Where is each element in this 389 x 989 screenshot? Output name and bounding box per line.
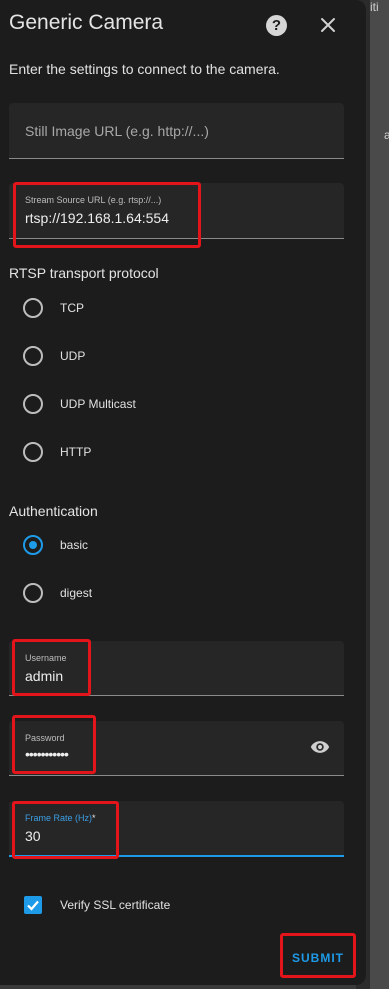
frame-rate-field[interactable]: Frame Rate (Hz)* 30: [9, 801, 344, 857]
still-image-url-placeholder: Still Image URL (e.g. http://...): [25, 123, 209, 139]
authentication-heading: Authentication: [9, 503, 98, 519]
verify-ssl-checkbox[interactable]: [24, 896, 42, 914]
dialog-description: Enter the settings to connect to the cam…: [9, 61, 280, 77]
background-text-fragment-2: a: [384, 128, 389, 142]
frame-rate-label: Frame Rate (Hz)*: [25, 813, 96, 823]
radio-tcp-circle[interactable]: [23, 298, 43, 318]
show-password-icon[interactable]: [309, 737, 331, 757]
scrollbar[interactable]: [370, 0, 389, 989]
close-icon[interactable]: [316, 13, 340, 37]
generic-camera-dialog: Generic Camera ? Enter the settings to c…: [0, 0, 366, 985]
radio-basic-label: basic: [60, 538, 89, 552]
radio-basic-circle[interactable]: [23, 535, 43, 555]
background-text-fragment: iti: [370, 0, 379, 14]
password-value: •••••••••••: [25, 746, 69, 762]
password-label: Password: [25, 733, 65, 743]
radio-udp-multicast-label: UDP Multicast: [60, 397, 136, 411]
submit-button[interactable]: SUBMIT: [292, 951, 344, 965]
radio-tcp-label: TCP: [60, 301, 84, 315]
required-mark: *: [92, 813, 96, 823]
stream-source-url-field[interactable]: Stream Source URL (e.g. rtsp://...) rtsp…: [9, 183, 344, 239]
radio-digest-label: digest: [60, 586, 93, 600]
stream-source-url-label: Stream Source URL (e.g. rtsp://...): [25, 195, 162, 205]
radio-udp-multicast-circle[interactable]: [23, 394, 43, 414]
radio-udp-label: UDP: [60, 349, 86, 363]
username-value: admin: [25, 668, 64, 684]
username-field[interactable]: Username admin: [9, 641, 344, 696]
frame-rate-value: 30: [25, 828, 41, 844]
dialog-title: Generic Camera: [9, 11, 164, 34]
still-image-url-field[interactable]: Still Image URL (e.g. http://...): [9, 103, 344, 159]
username-label: Username: [25, 653, 67, 663]
stream-source-url-value: rtsp://192.168.1.64:554: [25, 210, 169, 226]
verify-ssl-label: Verify SSL certificate: [60, 898, 171, 912]
radio-udp-circle[interactable]: [23, 346, 43, 366]
radio-http-circle[interactable]: [23, 442, 43, 462]
rtsp-transport-heading: RTSP transport protocol: [9, 265, 159, 281]
checkmark-icon: [27, 900, 39, 911]
radio-digest-circle[interactable]: [23, 583, 43, 603]
radio-http-label: HTTP: [60, 445, 92, 459]
password-field[interactable]: Password •••••••••••: [9, 721, 344, 776]
help-icon[interactable]: ?: [266, 15, 287, 36]
